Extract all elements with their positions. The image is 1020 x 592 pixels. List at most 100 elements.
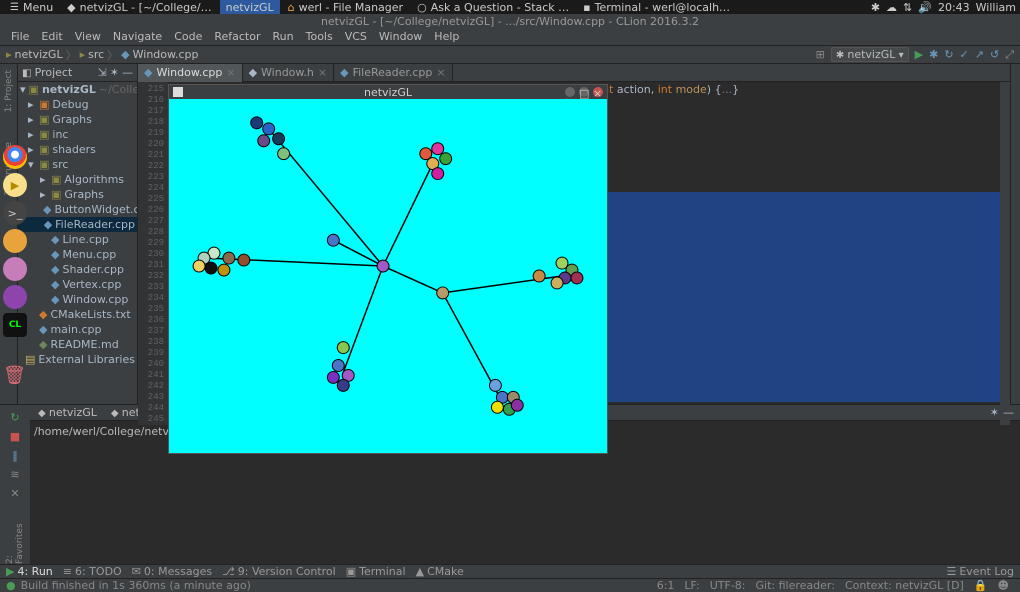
encoding[interactable]: UTF-8: — [705, 579, 751, 592]
commit-icon[interactable]: ✓ — [960, 48, 969, 61]
os-menu-button[interactable]: ☰ Menu — [4, 0, 59, 14]
tree-node[interactable]: ◆ButtonWidget.cpp — [18, 202, 137, 217]
dock-ff-icon[interactable] — [3, 285, 27, 309]
netvizgl-titlebar[interactable]: netvizGL _ □ × — [169, 85, 607, 99]
tree-node[interactable]: ◆Line.cpp — [18, 232, 137, 247]
tree-node[interactable]: ◆CMakeLists.txt — [18, 307, 137, 322]
dump-icon[interactable]: ≋ — [10, 468, 19, 481]
tool-vcs[interactable]: ⎇9: Version Control — [222, 565, 336, 578]
project-tree[interactable]: ▾▣netvizGL ~/College/netvizGL ▸▣Debug▸▣G… — [18, 82, 137, 404]
close-icon[interactable]: × — [226, 66, 235, 79]
tree-node[interactable]: ◆Window.cpp — [18, 292, 137, 307]
tab-window-h[interactable]: ◆Window.h× — [243, 64, 335, 82]
update-icon[interactable]: ↻ — [944, 48, 953, 61]
close-icon[interactable]: × — [436, 66, 445, 79]
tree-node[interactable]: ▤External Libraries — [18, 352, 137, 367]
task-clion[interactable]: ◆netvizGL - [~/College/… — [61, 0, 217, 14]
context[interactable]: Context: netvizGL [D] — [840, 579, 969, 592]
caret-pos[interactable]: 6:1 — [652, 579, 680, 592]
tree-node[interactable]: ▾▣src — [18, 157, 137, 172]
hector-icon[interactable]: ☻ — [993, 579, 1014, 592]
menu-code[interactable]: Code — [169, 30, 207, 43]
clock[interactable]: 20:43 — [938, 1, 970, 14]
volume-icon[interactable]: 🔊 — [918, 1, 932, 14]
menu-help[interactable]: Help — [429, 30, 464, 43]
line-ending[interactable]: LF: — [679, 579, 704, 592]
menu-refactor[interactable]: Refactor — [209, 30, 265, 43]
crumb-file[interactable]: Window.cpp — [133, 48, 199, 61]
tree-node[interactable]: ▸▣shaders — [18, 142, 137, 157]
dock-files-icon[interactable] — [3, 229, 27, 253]
tree-node[interactable]: ◆FileReader.cpp — [18, 217, 137, 232]
stop-icon[interactable]: ■ — [10, 430, 20, 443]
tree-node[interactable]: ▸▣Graphs — [18, 187, 137, 202]
netvizgl-canvas[interactable] — [169, 99, 607, 453]
tree-node[interactable]: ▸▣Debug — [18, 97, 137, 112]
menu-run[interactable]: Run — [268, 30, 299, 43]
tree-node[interactable]: ◆README.md — [18, 337, 137, 352]
task-netvizgl[interactable]: netvizGL — [220, 0, 280, 14]
menu-file[interactable]: File — [6, 30, 34, 43]
rerun-icon[interactable]: ↻ — [10, 411, 19, 424]
tree-node[interactable]: ◆Menu.cpp — [18, 247, 137, 262]
tree-node[interactable]: ▸▣Graphs — [18, 112, 137, 127]
menu-tools[interactable]: Tools — [301, 30, 338, 43]
tool-cmake[interactable]: ▲CMake — [416, 565, 464, 578]
dock-chrome-icon[interactable] — [3, 145, 27, 169]
clear-icon[interactable]: ✕ — [10, 487, 19, 500]
network-icon[interactable]: ⇅ — [903, 1, 912, 14]
user-label[interactable]: William — [976, 1, 1016, 14]
debug-icon[interactable]: ✱ — [929, 48, 938, 61]
gear-icon[interactable]: ✶ — [990, 406, 999, 419]
pause-icon[interactable]: ‖ — [12, 449, 18, 462]
tool-messages[interactable]: ✉0: Messages — [132, 565, 212, 578]
menu-edit[interactable]: Edit — [36, 30, 67, 43]
task-browser[interactable]: ○ Ask a Question - Stack … — [411, 0, 575, 14]
history-icon[interactable]: ↺ — [990, 48, 999, 61]
run-icon[interactable]: ▶ — [915, 48, 923, 61]
tree-root[interactable]: ▾▣netvizGL ~/College/netvizGL — [18, 82, 137, 97]
minimize-icon[interactable]: _ — [565, 87, 575, 97]
hide-icon[interactable]: — — [1003, 406, 1014, 419]
menu-window[interactable]: Window — [374, 30, 427, 43]
task-filemanager[interactable]: ⌂ werl - File Manager — [282, 0, 409, 14]
run-config-dropdown[interactable]: ✱ netvizGL ▾ — [831, 47, 909, 62]
crumb-src[interactable]: src — [88, 48, 104, 61]
lock-icon[interactable]: 🔒 — [969, 579, 993, 592]
tool-terminal[interactable]: ▣Terminal — [346, 565, 406, 578]
tree-node[interactable]: ▸▣Algorithms — [18, 172, 137, 187]
tool-todo[interactable]: ≡6: TODO — [63, 565, 122, 578]
settings-icon[interactable]: ✶ — [110, 66, 119, 79]
tree-node[interactable]: ◆Shader.cpp — [18, 262, 137, 277]
menu-vcs[interactable]: VCS — [340, 30, 372, 43]
dock-terminal-icon[interactable]: >_ — [3, 201, 27, 225]
dock-apps-icon[interactable] — [3, 257, 27, 281]
close-icon[interactable]: × — [593, 87, 603, 97]
tree-node[interactable]: ◆Vertex.cpp — [18, 277, 137, 292]
push-icon[interactable]: ↗ — [975, 48, 984, 61]
tab-window-cpp[interactable]: ◆Window.cpp× — [138, 64, 243, 82]
menu-navigate[interactable]: Navigate — [108, 30, 167, 43]
tool-eventlog[interactable]: ☰Event Log — [946, 565, 1014, 578]
tree-node[interactable]: ▸▣inc — [18, 127, 137, 142]
tab-filereader-cpp[interactable]: ◆FileReader.cpp× — [334, 64, 453, 82]
run-tab-0[interactable]: ◆ netvizGL — [34, 406, 101, 419]
tree-node[interactable]: ◆main.cpp — [18, 322, 137, 337]
cloud-icon[interactable]: ☁ — [886, 1, 897, 14]
collapse-icon[interactable]: ⇲ — [98, 66, 107, 79]
tool-run[interactable]: ▶4: Run — [6, 565, 53, 578]
strip-favorites[interactable]: 2: Favorites — [5, 512, 25, 564]
nav-structure-icon[interactable]: ⊞ — [816, 48, 825, 61]
bluetooth-icon[interactable]: ✱ — [871, 1, 880, 14]
dock-trash-icon[interactable]: 🗑 — [3, 365, 27, 389]
dock-play-icon[interactable]: ▶ — [3, 173, 27, 197]
task-terminal[interactable]: ▪ Terminal - werl@localh… — [577, 0, 736, 14]
dock-clion-icon[interactable]: CL — [3, 313, 27, 337]
close-icon[interactable]: × — [318, 66, 327, 79]
netvizgl-window[interactable]: netvizGL _ □ × — [168, 84, 608, 454]
hide-icon[interactable]: — — [122, 66, 133, 79]
git-branch[interactable]: Git: filereader: — [751, 579, 840, 592]
maximize-icon[interactable]: □ — [579, 87, 589, 97]
menu-view[interactable]: View — [70, 30, 106, 43]
editor-scrollbar[interactable] — [1000, 82, 1010, 425]
